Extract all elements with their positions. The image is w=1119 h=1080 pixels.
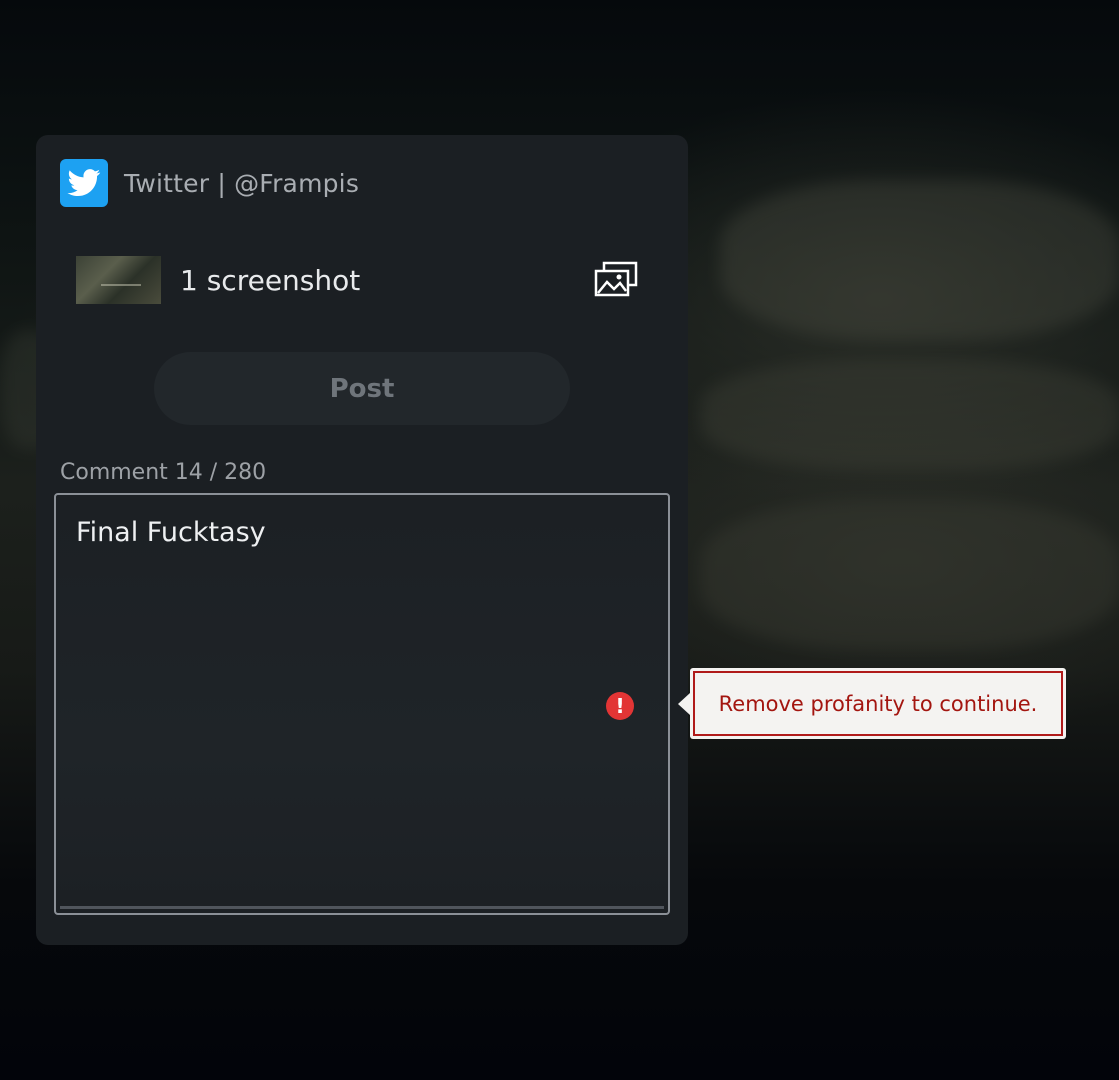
exclamation-icon: ! [606, 692, 634, 720]
error-tooltip: Remove profanity to continue. [678, 668, 1066, 739]
screenshot-thumbnail [76, 256, 161, 304]
attachment-row[interactable]: 1 screenshot [76, 255, 646, 305]
account-title: Twitter | @Frampis [124, 168, 360, 198]
comment-underline [60, 906, 664, 909]
background-rock [720, 180, 1119, 340]
comment-text[interactable]: Final Fucktasy [76, 517, 266, 548]
comment-textarea[interactable]: Final Fucktasy ! [54, 493, 670, 915]
tooltip-arrow [678, 693, 690, 715]
share-header: Twitter | @Frampis [60, 159, 359, 207]
comment-counter: Comment 14 / 280 [60, 460, 267, 485]
attachment-label: 1 screenshot [180, 263, 361, 297]
post-button[interactable]: Post [154, 352, 570, 425]
share-panel: Twitter | @Frampis 1 screenshot Post Com… [36, 135, 688, 945]
gallery-icon[interactable] [592, 260, 640, 300]
error-message: Remove profanity to continue. [693, 671, 1063, 736]
twitter-bird-icon [60, 159, 108, 207]
background-rock [700, 500, 1119, 650]
background-rock [700, 360, 1119, 470]
